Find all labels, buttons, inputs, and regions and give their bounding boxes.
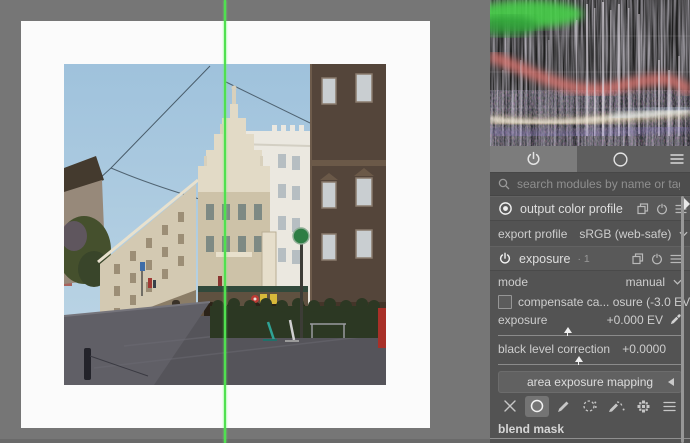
black-level-label: black level correction (498, 342, 610, 356)
reset-icon[interactable] (656, 203, 668, 215)
black-level-value[interactable]: +0.0000 (622, 342, 666, 356)
vertical-guide-line[interactable] (224, 0, 226, 443)
ring-dot-icon (498, 201, 513, 216)
mask-drawn-icon[interactable] (551, 396, 575, 417)
image-canvas[interactable] (0, 0, 490, 443)
module-header-output-color-profile[interactable]: output color profile (490, 196, 690, 221)
module-title: exposure (519, 252, 570, 266)
power-icon (525, 151, 542, 168)
mask-uniform-icon[interactable] (525, 396, 549, 417)
duplicate-icon[interactable] (632, 253, 644, 265)
mask-off-icon[interactable] (498, 396, 522, 417)
power-icon[interactable] (498, 252, 512, 266)
circle-icon (612, 151, 629, 168)
export-profile-label: export profile (498, 227, 567, 241)
blend-mask-mode-row (490, 394, 690, 418)
black-level-slider-marker[interactable] (575, 356, 583, 362)
search-icon (498, 178, 510, 190)
module-title: output color profile (520, 202, 623, 216)
right-panel: output color profile (490, 0, 690, 443)
mode-value[interactable]: manual (626, 275, 665, 289)
tab-presets-menu-button[interactable] (664, 146, 690, 172)
panel-collapse-arrow[interactable] (684, 198, 690, 210)
canvas-bottom-edge (0, 439, 490, 443)
module-search (490, 173, 690, 196)
mask-drawn-parametric-icon[interactable] (605, 396, 629, 417)
mask-parametric-icon[interactable] (578, 396, 602, 417)
blend-mask-title: blend mask (498, 422, 564, 436)
export-profile-value[interactable]: sRGB (web-safe) (579, 227, 671, 241)
hamburger-icon (670, 153, 684, 165)
black-level-slider[interactable] (498, 357, 682, 369)
histogram-scope[interactable] (490, 0, 690, 146)
black-level-slider-track[interactable] (498, 364, 682, 365)
blend-mask-section-header: blend mask (490, 418, 690, 439)
exposure-mode-row: mode manual (490, 271, 690, 292)
mask-raster-icon[interactable] (631, 396, 655, 417)
module-instance-label: · 1 (577, 253, 589, 265)
module-group-tabs (490, 146, 690, 173)
compensate-exposure-row: compensate ca... osure (-3.0 EV) (490, 292, 690, 311)
compensate-checkbox[interactable] (498, 295, 512, 309)
exposure-value[interactable]: +0.000 EV (607, 313, 663, 327)
area-exposure-mapping-label: area exposure mapping (527, 375, 653, 389)
collapse-left-icon[interactable] (668, 378, 674, 386)
exposure-label: exposure (498, 313, 547, 327)
module-header-exposure[interactable]: exposure · 1 (490, 246, 690, 271)
blend-menu-icon[interactable] (658, 396, 682, 417)
panel-scrollbar[interactable] (681, 196, 684, 443)
search-input[interactable] (515, 176, 682, 192)
exposure-slider-track[interactable] (498, 335, 682, 336)
compensate-label: compensate ca... osure (-3.0 EV) (518, 295, 690, 309)
exposure-slider-marker[interactable] (564, 327, 572, 333)
black-level-row: black level correction +0.0000 (490, 340, 690, 357)
export-profile-row: export profile sRGB (web-safe) (490, 221, 690, 246)
tab-module-groups[interactable] (577, 146, 664, 172)
exposure-slider[interactable] (498, 328, 682, 340)
darktable-darkroom-window: output color profile (0, 0, 690, 443)
reset-icon[interactable] (651, 253, 663, 265)
mode-label: mode (498, 275, 528, 289)
area-exposure-mapping-button[interactable]: area exposure mapping (498, 371, 682, 393)
duplicate-icon[interactable] (637, 203, 649, 215)
exposure-value-row: exposure +0.000 EV (490, 311, 690, 328)
tab-active-modules[interactable] (490, 146, 577, 172)
